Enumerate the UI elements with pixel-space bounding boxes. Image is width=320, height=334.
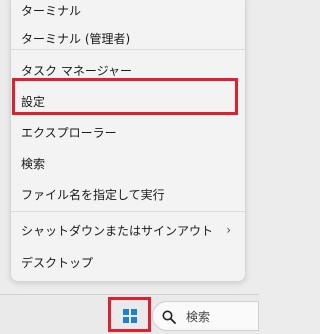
- menu-item-label: 検索: [21, 156, 46, 171]
- start-button[interactable]: [114, 302, 146, 328]
- menu-item-label: デスクトップ: [21, 255, 94, 270]
- menu-item-shutdown[interactable]: シャットダウンまたはサインアウト ›: [11, 215, 245, 245]
- chevron-right-icon: ›: [226, 223, 231, 237]
- menu-item-label: ターミナル (管理者): [21, 31, 131, 46]
- windows-logo-icon: [123, 309, 137, 323]
- search-icon: [162, 310, 176, 324]
- menu-item-desktop[interactable]: デスクトップ: [11, 247, 245, 277]
- menu-item-search[interactable]: 検索: [11, 148, 245, 178]
- menu-item-label: ファイル名を指定して実行: [21, 187, 165, 202]
- menu-item-label: ターミナル: [21, 3, 82, 18]
- menu-item-label: タスク マネージャー: [21, 63, 132, 78]
- menu-item-label: シャットダウンまたはサインアウト: [21, 223, 214, 238]
- taskbar-search-box[interactable]: 検索: [152, 301, 259, 331]
- menu-item-label: 設定: [21, 94, 46, 109]
- menu-item-terminal[interactable]: ターミナル: [11, 0, 245, 25]
- menu-item-task-manager[interactable]: タスク マネージャー: [11, 55, 245, 85]
- search-placeholder: 検索: [186, 310, 211, 324]
- menu-separator: [11, 49, 245, 50]
- context-menu: ターミナル ターミナル (管理者) タスク マネージャー 設定 エクスプローラー…: [10, 0, 246, 282]
- menu-separator: [11, 211, 245, 212]
- menu-item-run[interactable]: ファイル名を指定して実行: [11, 179, 245, 209]
- menu-item-explorer[interactable]: エクスプローラー: [11, 117, 245, 147]
- menu-item-label: エクスプローラー: [21, 125, 117, 140]
- menu-item-settings[interactable]: 設定: [11, 86, 245, 116]
